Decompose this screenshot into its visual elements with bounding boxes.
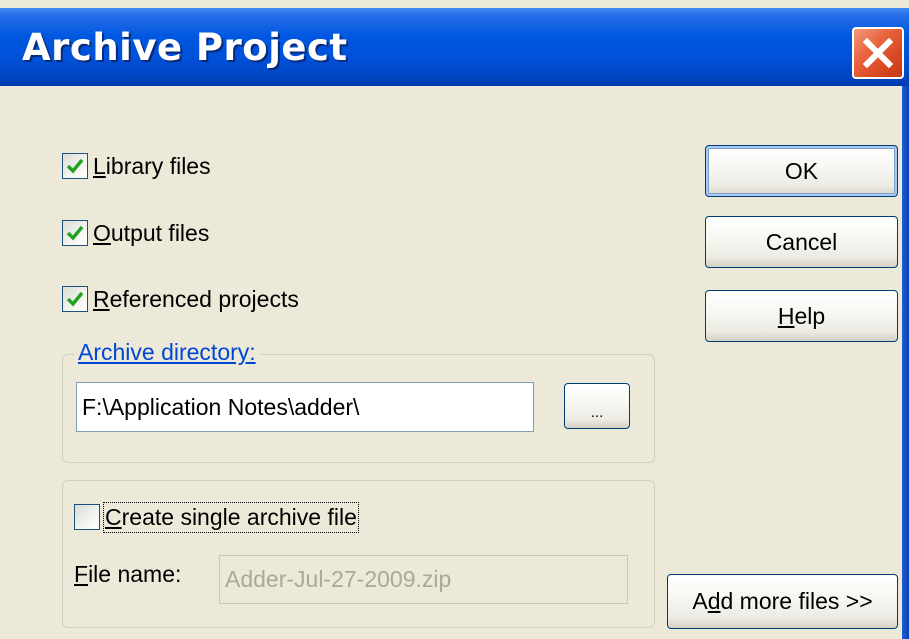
cancel-button[interactable]: Cancel <box>705 216 898 268</box>
output-files-label: Output files <box>93 219 210 246</box>
referenced-projects-checkbox-box[interactable] <box>62 286 88 312</box>
browse-button[interactable]: ... <box>564 383 630 429</box>
library-files-label: Library files <box>93 152 211 179</box>
file-name-input[interactable]: Adder-Jul-27-2009.zip <box>219 555 628 604</box>
create-single-archive-checkbox[interactable]: Create single archive file <box>74 501 359 533</box>
window-right-border <box>902 86 909 639</box>
create-single-archive-checkbox-box[interactable] <box>74 504 100 530</box>
dialog-title: Archive Project <box>22 26 348 69</box>
checkmark-icon <box>66 158 84 174</box>
close-x-icon <box>862 37 894 69</box>
referenced-projects-label: Referenced projects <box>93 285 299 312</box>
checkmark-icon <box>66 291 84 307</box>
archive-project-dialog: Archive Project Library files Output fil… <box>0 0 909 639</box>
add-more-files-button[interactable]: Add more files >> <box>667 574 898 629</box>
output-files-checkbox-box[interactable] <box>62 220 88 246</box>
create-single-archive-label: Create single archive file <box>103 501 359 533</box>
add-more-files-mnemonic: d <box>707 588 721 614</box>
archive-directory-input[interactable]: F:\Application Notes\adder\ <box>76 382 534 432</box>
ok-button[interactable]: OK <box>705 145 898 197</box>
referenced-projects-checkbox[interactable]: Referenced projects <box>62 284 299 314</box>
add-more-files-prefix: A <box>692 588 708 614</box>
help-button-label: elp <box>794 302 826 329</box>
archive-directory-legend: Archive directory: <box>74 339 260 366</box>
library-files-checkbox-box[interactable] <box>62 153 88 179</box>
library-files-checkbox[interactable]: Library files <box>62 151 211 181</box>
help-button[interactable]: Help <box>705 290 898 342</box>
add-more-files-label: d more files >> <box>720 588 873 614</box>
help-button-mnemonic: H <box>777 302 795 329</box>
title-bar[interactable]: Archive Project <box>0 8 909 86</box>
checkmark-icon <box>66 225 84 241</box>
output-files-checkbox[interactable]: Output files <box>62 218 209 248</box>
close-button[interactable] <box>852 27 904 79</box>
file-name-label: File name: <box>74 561 182 587</box>
